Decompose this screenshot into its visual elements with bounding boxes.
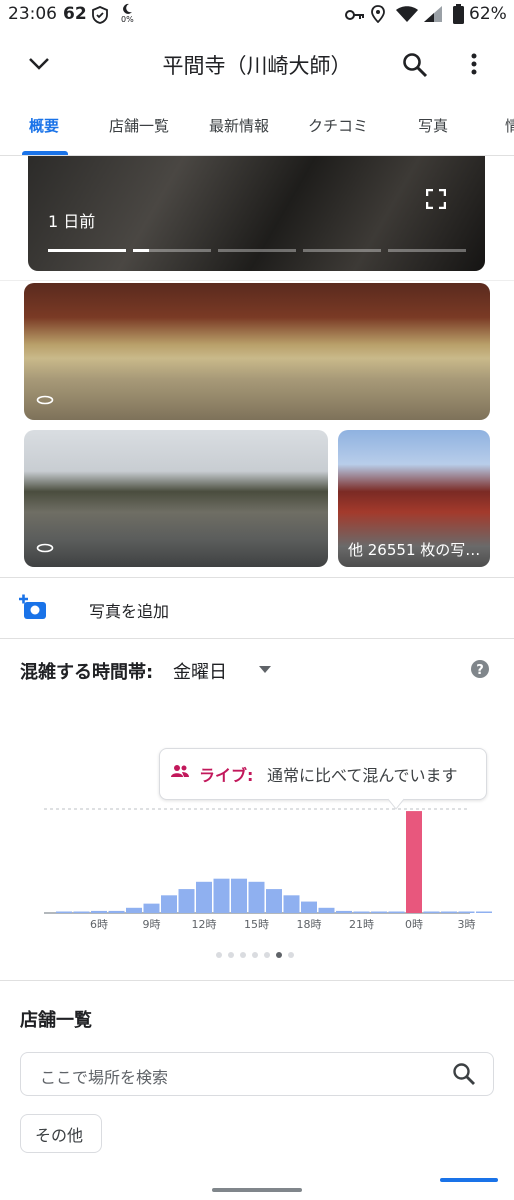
x-tick-label: 0時 xyxy=(405,918,423,931)
carousel-dots xyxy=(216,943,300,962)
hour-bar-1時 xyxy=(423,911,440,913)
help-icon[interactable]: ? xyxy=(470,659,490,679)
360-icon xyxy=(36,543,54,553)
battery-icon xyxy=(453,4,464,24)
carousel-dot[interactable] xyxy=(240,952,246,958)
tab-stores[interactable]: 店舗一覧 xyxy=(109,115,169,136)
tab-info[interactable]: 情 xyxy=(505,115,514,136)
story-progress-1 xyxy=(48,249,126,252)
tab-reviews[interactable]: クチコミ xyxy=(308,115,368,136)
x-tick-label: 3時 xyxy=(458,918,476,931)
moon-icon xyxy=(123,3,132,14)
hour-bar-13時 xyxy=(213,878,230,913)
popular-times-chart: 6時 9時 12時 15時 18時 21時 0時 3時 xyxy=(44,798,492,931)
signal-icon xyxy=(424,6,442,22)
hour-bar-12時 xyxy=(196,881,212,913)
carousel-dot[interactable] xyxy=(228,952,234,958)
battery-percent: 62% xyxy=(469,4,507,24)
carousel-dot[interactable] xyxy=(276,952,282,958)
hour-bar-22時 xyxy=(371,911,387,913)
360-icon xyxy=(36,395,54,405)
hour-bar-11時 xyxy=(178,889,195,913)
story-photo[interactable] xyxy=(28,156,485,271)
live-bar xyxy=(406,811,422,913)
story-progress-5 xyxy=(388,249,466,252)
add-photo-label[interactable]: 写真を追加 xyxy=(89,598,169,622)
status-time: 23:06 xyxy=(8,4,57,24)
popular-times-title: 混雑する時間帯: xyxy=(20,662,154,683)
story-time-label: 1 日前 xyxy=(48,212,96,231)
stores-title: 店舗一覧 xyxy=(20,1010,92,1031)
divider xyxy=(0,577,514,578)
hour-bar-3時 xyxy=(458,911,475,913)
hour-bar-15時 xyxy=(248,881,265,913)
more-photos-label[interactable]: 他 26551 枚の写… xyxy=(348,539,480,560)
carousel-dot[interactable] xyxy=(264,952,270,958)
hour-bar-19時 xyxy=(318,907,335,913)
tab-photos[interactable]: 写真 xyxy=(418,115,448,136)
other-chip-label[interactable]: その他 xyxy=(35,1122,83,1146)
small-percent: 0% xyxy=(121,15,134,24)
hour-bar-7時 xyxy=(108,910,125,913)
divider xyxy=(0,980,514,981)
more-vert-icon[interactable] xyxy=(468,52,480,78)
hour-bar-2時 xyxy=(441,911,457,913)
shield-icon xyxy=(92,6,108,24)
add-photo-icon[interactable] xyxy=(18,594,48,622)
carousel-dot[interactable] xyxy=(252,952,258,958)
active-tab-indicator xyxy=(22,151,68,155)
panorama-photo[interactable] xyxy=(24,283,490,420)
hour-bar-16時 xyxy=(266,889,282,913)
story-progress-4 xyxy=(303,249,381,252)
tab-bar: 概要 店舗一覧 最新情報 クチコミ 写真 情 xyxy=(0,100,514,156)
hour-bar-17時 xyxy=(283,895,300,913)
notification-count: 62 xyxy=(63,4,87,24)
x-tick-label: 9時 xyxy=(143,918,161,931)
x-tick-label: 21時 xyxy=(349,918,374,931)
x-tick-label: 18時 xyxy=(297,918,322,931)
wifi-icon xyxy=(396,6,418,22)
story-progress-3 xyxy=(218,249,296,252)
hour-bar-20時 xyxy=(336,910,352,913)
store-search-input[interactable]: ここで場所を検索 xyxy=(40,1064,168,1088)
svg-text:?: ? xyxy=(476,663,484,678)
hour-bar-4時 xyxy=(56,911,72,913)
divider xyxy=(0,638,514,639)
status-bar: 23:06 62 0% 62% xyxy=(0,0,514,30)
search-icon[interactable] xyxy=(402,52,428,78)
hour-bar-6時 xyxy=(91,910,107,913)
key-icon xyxy=(345,10,364,20)
live-status-text: 通常に比べて混んでいます xyxy=(267,766,458,785)
hour-bar-10時 xyxy=(161,895,177,913)
x-tick-label: 15時 xyxy=(244,918,269,931)
hour-bar-21時 xyxy=(353,911,370,913)
people-icon xyxy=(171,765,189,777)
hour-bar-23時 xyxy=(388,911,405,913)
location-icon xyxy=(371,5,385,23)
search-icon[interactable] xyxy=(452,1062,476,1086)
carousel-dot[interactable] xyxy=(216,952,222,958)
hour-bar-9時 xyxy=(143,903,160,913)
fab-edge[interactable] xyxy=(440,1178,498,1182)
x-tick-label: 12時 xyxy=(192,918,217,931)
divider xyxy=(0,280,514,281)
street-view-photo[interactable] xyxy=(24,430,328,567)
tab-overview[interactable]: 概要 xyxy=(29,115,59,136)
x-tick-label: 6時 xyxy=(90,918,108,931)
carousel-dot[interactable] xyxy=(288,952,294,958)
home-indicator[interactable] xyxy=(212,1188,302,1192)
tab-updates[interactable]: 最新情報 xyxy=(209,115,269,136)
place-title: 平間寺（川崎大師） xyxy=(162,54,352,78)
hour-bar-4時 xyxy=(476,911,492,913)
fullscreen-icon[interactable] xyxy=(426,189,446,209)
story-progress-2-fill xyxy=(133,249,149,252)
hour-bar-5時 xyxy=(73,911,90,913)
dropdown-arrow-icon[interactable] xyxy=(258,665,272,675)
hour-bar-18時 xyxy=(301,901,317,913)
hour-bar-8時 xyxy=(126,907,142,913)
day-selector[interactable]: 金曜日 xyxy=(173,658,227,684)
hour-bar-14時 xyxy=(231,878,247,913)
live-label: ライブ: xyxy=(199,766,254,785)
